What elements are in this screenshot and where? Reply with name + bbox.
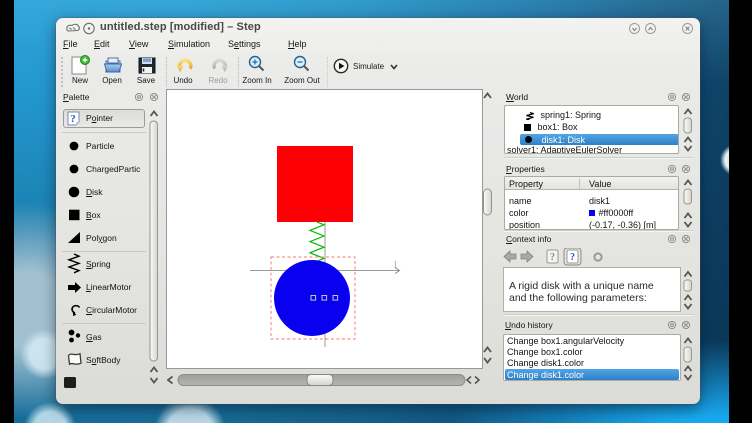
svg-text:?: ? <box>70 113 76 125</box>
svg-text:1: 1 <box>393 260 398 270</box>
svg-text:?: ? <box>550 252 555 263</box>
svg-text:?: ? <box>570 252 575 263</box>
